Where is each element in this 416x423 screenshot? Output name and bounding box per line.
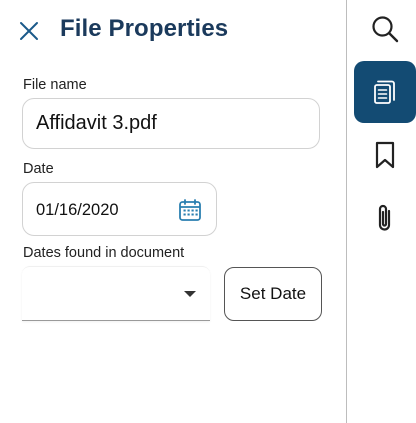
calendar-icon[interactable] xyxy=(178,198,202,222)
rail-properties-button[interactable] xyxy=(354,61,416,123)
rail-attachment-button[interactable] xyxy=(354,187,416,249)
paperclip-icon xyxy=(378,204,391,231)
document-properties-icon xyxy=(374,80,395,104)
dates-found-label: Dates found in document xyxy=(23,245,185,261)
search-icon xyxy=(372,16,399,43)
bookmark-icon xyxy=(375,141,395,169)
close-icon xyxy=(20,22,38,40)
file-name-input[interactable] xyxy=(22,98,320,149)
date-label: Date xyxy=(23,161,54,177)
file-name-label: File name xyxy=(23,77,87,93)
set-date-button[interactable]: Set Date xyxy=(224,267,322,321)
right-rail xyxy=(346,0,416,423)
dates-found-select[interactable] xyxy=(22,266,210,321)
app-root: File Properties File name Date 01/16/202… xyxy=(0,0,416,423)
close-button[interactable] xyxy=(17,19,41,43)
panel-title: File Properties xyxy=(60,15,229,42)
file-properties-panel: File Properties File name Date 01/16/202… xyxy=(0,0,346,423)
date-field[interactable]: 01/16/2020 xyxy=(22,182,217,236)
dropdown-arrow-icon xyxy=(184,291,196,297)
date-value: 01/16/2020 xyxy=(36,201,119,219)
rail-search-button[interactable] xyxy=(354,0,416,60)
rail-bookmark-button[interactable] xyxy=(354,124,416,186)
